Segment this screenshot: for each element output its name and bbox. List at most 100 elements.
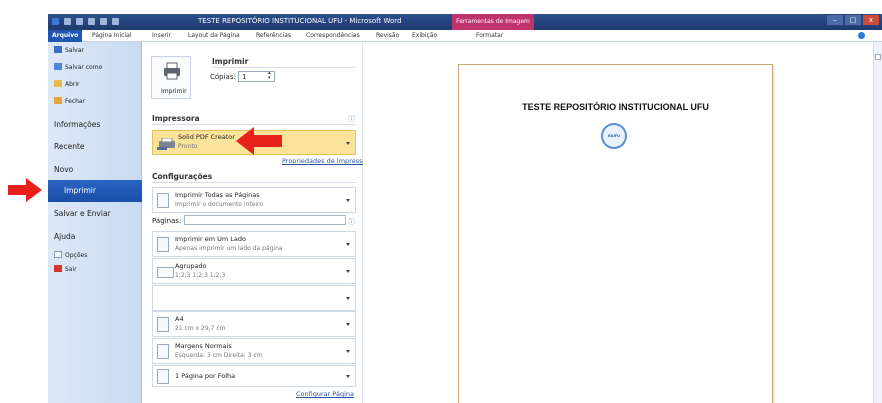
orientation-dropdown[interactable] [152, 285, 356, 311]
nav-fechar[interactable]: Fechar [54, 97, 85, 107]
new-document-qat-icon[interactable] [100, 18, 107, 25]
undo-qat-icon[interactable] [76, 18, 83, 25]
close-button[interactable]: x [862, 14, 880, 26]
save-as-icon [54, 63, 62, 70]
option-title: Imprimir Todas as Páginas [175, 191, 260, 199]
collation-dropdown[interactable]: Agrupado 1;2;3 1;2;3 1;2;3 [152, 258, 356, 284]
info-icon[interactable]: ⓘ [348, 114, 355, 124]
pages-input[interactable] [184, 215, 346, 225]
chevron-down-icon [346, 199, 350, 202]
margins-dropdown[interactable]: Margens Normais Esquerda: 3 cm Direita: … [152, 338, 356, 364]
chevron-down-icon [346, 270, 350, 273]
print-button[interactable]: Imprimir [151, 56, 191, 99]
nav-salvar-como[interactable]: Salvar como [54, 63, 102, 73]
tab-correspondencias[interactable]: Correspondências [306, 30, 360, 42]
printer-properties-link[interactable]: Propriedades de Impressora [282, 157, 373, 165]
printer-name: Solid PDF Creator [178, 133, 235, 141]
stepper-arrows-icon[interactable]: ▴ ▾ [268, 71, 271, 81]
chevron-down-icon [346, 243, 350, 246]
pages-label: Páginas: [152, 217, 182, 225]
option-title: Margens Normais [175, 342, 232, 350]
paper-size-icon [157, 317, 169, 332]
nav-imprimir[interactable]: Imprimir [48, 180, 150, 202]
page-setup-link[interactable]: Configurar Página [296, 390, 354, 398]
tab-revisao[interactable]: Revisão [376, 30, 399, 42]
window-title: TESTE REPOSITÓRIO INSTITUCIONAL UFU - Mi… [198, 17, 402, 25]
scroll-up-icon[interactable] [875, 54, 881, 60]
maximize-button[interactable]: □ [844, 14, 862, 26]
pages-per-sheet-icon [157, 369, 169, 384]
option-title: A4 [175, 315, 184, 323]
tab-layout-da-pagina[interactable]: Layout da Página [188, 30, 240, 42]
sides-dropdown[interactable]: Imprimir em Um Lado Apenas imprimir um l… [152, 231, 356, 257]
printer-section-title: Impressora [152, 114, 200, 123]
chevron-down-icon [346, 323, 350, 326]
nav-abrir[interactable]: Abrir [54, 80, 80, 90]
print-preview-qat-icon[interactable] [112, 18, 119, 25]
option-subtitle: 1;2;3 1;2;3 1;2;3 [175, 272, 226, 279]
copies-value: 1 [242, 73, 247, 81]
tab-inserir[interactable]: Inserir [152, 30, 171, 42]
tab-arquivo[interactable]: Arquivo [48, 30, 83, 42]
option-title: Imprimir em Um Lado [175, 235, 246, 243]
copies-stepper[interactable]: 1 ▴ ▾ [238, 71, 275, 82]
option-subtitle: Imprimir o documento inteiro [175, 201, 264, 208]
print-preview-area: TESTE REPOSITÓRIO INSTITUCIONAL UFU RIUF… [363, 42, 873, 403]
nav-informacoes[interactable]: Informações [54, 120, 100, 129]
divider [152, 124, 356, 125]
print-range-dropdown[interactable]: Imprimir Todas as Páginas Imprimir o doc… [152, 187, 356, 213]
margins-icon [157, 344, 169, 359]
divider [152, 182, 356, 183]
printer-icon [164, 62, 180, 80]
nav-sair[interactable]: Sair [54, 265, 77, 275]
exit-icon [54, 265, 62, 272]
nav-ajuda[interactable]: Ajuda [54, 232, 75, 241]
nav-salvar-e-enviar[interactable]: Salvar e Enviar [54, 209, 111, 218]
pages-per-sheet-dropdown[interactable]: 1 Página por Folha [152, 365, 356, 387]
one-sided-page-icon [157, 237, 169, 252]
tab-referencias[interactable]: Referências [256, 30, 291, 42]
ribbon-tab-bar: Arquivo Página Inicial Inserir Layout da… [48, 30, 882, 42]
redo-qat-icon[interactable] [88, 18, 95, 25]
save-icon [54, 46, 62, 53]
nav-salvar[interactable]: Salvar [54, 46, 84, 56]
institution-seal-icon: RIUFU [601, 123, 627, 149]
tab-formatar[interactable]: Formatar [476, 30, 503, 42]
chevron-down-icon [346, 142, 350, 145]
option-subtitle: Esquerda: 3 cm Direita: 3 cm [175, 352, 263, 359]
nav-novo[interactable]: Novo [54, 165, 73, 174]
print-settings-panel: Imprimir Imprimir Cópias: 1 ▴ ▾ Impressor… [142, 42, 373, 403]
print-heading: Imprimir [212, 57, 249, 66]
options-icon [54, 251, 62, 258]
printer-status: Pronto [178, 143, 198, 150]
backstage-nav: Salvar Salvar como Abrir Fechar Informaç… [48, 42, 150, 403]
context-tab-image-tools: Ferramentas de Imagem [452, 14, 534, 30]
document-title: TESTE REPOSITÓRIO INSTITUCIONAL UFU [522, 102, 709, 112]
nav-opcoes[interactable]: Opções [54, 251, 87, 261]
annotation-arrow-printer-icon [236, 127, 282, 155]
minimize-button[interactable]: – [826, 14, 844, 26]
nav-recente[interactable]: Recente [54, 142, 85, 151]
word-logo-icon[interactable] [52, 18, 59, 25]
tab-pagina-inicial[interactable]: Página Inicial [92, 30, 131, 42]
document-pages-icon [157, 193, 169, 208]
chevron-down-icon [346, 350, 350, 353]
collated-pages-icon [157, 267, 174, 278]
info-icon[interactable]: ⓘ [348, 217, 355, 227]
vertical-scrollbar[interactable] [873, 42, 882, 403]
tab-exibicao[interactable]: Exibição [412, 30, 437, 42]
seal-text: RIUFU [607, 134, 621, 138]
annotation-arrow-nav-icon [8, 178, 42, 202]
chevron-down-icon [346, 297, 350, 300]
chevron-down-icon [346, 375, 350, 378]
save-qat-icon[interactable] [64, 18, 71, 25]
open-folder-icon [54, 80, 62, 87]
option-title: 1 Página por Folha [175, 372, 236, 380]
divider [212, 67, 356, 68]
option-subtitle: Apenas imprimir um lado da página [175, 245, 283, 252]
title-bar: TESTE REPOSITÓRIO INSTITUCIONAL UFU - Mi… [48, 14, 882, 30]
option-title: Agrupado [175, 262, 207, 270]
print-button-label: Imprimir [161, 88, 187, 95]
help-icon[interactable] [858, 32, 865, 39]
paper-size-dropdown[interactable]: A4 21 cm x 29,7 cm [152, 311, 356, 337]
